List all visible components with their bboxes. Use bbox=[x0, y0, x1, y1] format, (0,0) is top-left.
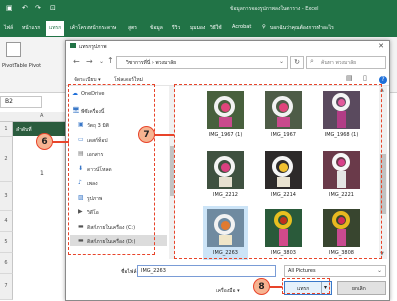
lightbulb-icon: ♀ bbox=[262, 24, 266, 30]
preview-pane-icon[interactable]: ▯ bbox=[363, 74, 367, 82]
column-header: A bbox=[0, 112, 70, 122]
tab-file[interactable]: ไฟล์ bbox=[4, 24, 13, 32]
tab-formulas[interactable]: สูตร bbox=[128, 24, 137, 32]
save-icon[interactable]: ▣ bbox=[6, 4, 13, 12]
pivottable-label[interactable]: PivotTable Pivot bbox=[2, 63, 41, 69]
redo-icon[interactable]: ↷ bbox=[35, 4, 41, 12]
files-highlight bbox=[174, 84, 382, 259]
dialog-title-bar: แทรกรูปภาพ ✕ bbox=[66, 41, 389, 52]
file-type-select[interactable]: All Pictures ⌄ bbox=[284, 265, 386, 277]
search-icon: ⌕ bbox=[310, 57, 314, 65]
tab-help[interactable]: วิธีใช้ bbox=[210, 24, 222, 32]
cancel-button-label: ยกเลิก bbox=[352, 286, 366, 292]
row-header-3[interactable]: 3 bbox=[0, 182, 13, 211]
row-header-7[interactable]: 7 bbox=[0, 274, 13, 300]
address-bar[interactable]: วิชาการที่นี่ › พวงมาลัย ⌄ bbox=[116, 56, 288, 69]
view-options-icon[interactable]: ▤ bbox=[346, 74, 353, 82]
search-placeholder: ค้นหา พวงมาลัย bbox=[321, 60, 357, 66]
insert-button-highlight bbox=[282, 278, 330, 294]
tab-data[interactable]: ข้อมูล bbox=[150, 24, 163, 32]
refresh-icon[interactable]: ↻ bbox=[290, 56, 304, 69]
arrow-6 bbox=[52, 141, 69, 143]
navigation-bar: ← → ⌄ ↑ วิชาการที่นี่ › พวงมาลัย ⌄ ↻ ⌕ ค… bbox=[66, 54, 389, 70]
tools-menu[interactable]: เครื่องมือ ▾ bbox=[216, 287, 240, 295]
row-header-4[interactable]: 4 bbox=[0, 211, 13, 232]
arrow-8 bbox=[270, 286, 282, 288]
cell-a1-text: ลำดับที่ bbox=[16, 127, 32, 133]
tab-home[interactable]: หน้าแรก bbox=[22, 24, 40, 32]
search-input[interactable]: ⌕ ค้นหา พวงมาลัย bbox=[306, 56, 386, 69]
touch-mode-icon[interactable]: ⊡ bbox=[50, 4, 56, 12]
tab-review[interactable]: รีวิว bbox=[172, 24, 180, 32]
filename-input[interactable]: IMG_2263 bbox=[137, 265, 276, 277]
back-arrow-icon[interactable]: ← bbox=[73, 57, 80, 66]
tell-me-box[interactable]: บอกฉันว่าคุณต้องการทำอะไร bbox=[270, 24, 334, 32]
nav-pane-highlight bbox=[68, 84, 155, 255]
address-path: วิชาการที่นี่ › พวงมาลัย bbox=[126, 60, 177, 66]
tab-page-layout[interactable]: เค้าโครงหน้ากระดาษ bbox=[70, 24, 116, 32]
pivottable-icon[interactable] bbox=[6, 42, 21, 57]
filename-label: ชื่อไฟล์: bbox=[121, 269, 139, 275]
step-badge-6: 6 bbox=[36, 133, 53, 150]
chevron-down-icon[interactable]: ⌄ bbox=[377, 267, 382, 274]
column-a-header[interactable]: A bbox=[40, 113, 43, 119]
new-folder-button[interactable]: โฟลเดอร์ใหม่ bbox=[114, 76, 143, 84]
row-header-2[interactable]: 2 bbox=[0, 137, 13, 182]
step-badge-8: 8 bbox=[253, 278, 270, 295]
dialog-title: แทรกรูปภาพ bbox=[79, 44, 107, 50]
arrow-7 bbox=[155, 134, 174, 136]
tab-insert[interactable]: แทรก bbox=[46, 21, 65, 36]
undo-icon[interactable]: ↶ bbox=[22, 4, 28, 12]
file-type-value: All Pictures bbox=[288, 268, 316, 274]
forward-arrow-icon[interactable]: → bbox=[86, 57, 93, 66]
window-title: ข้อมูลการจองรูปภาพลงในตาราง - Excel bbox=[230, 6, 319, 12]
row-header-5[interactable]: 5 bbox=[0, 232, 13, 253]
chevron-down-icon[interactable]: ⌄ bbox=[279, 58, 284, 65]
close-icon[interactable]: ✕ bbox=[378, 42, 384, 50]
cell-a2[interactable]: 1 bbox=[40, 170, 44, 177]
filename-value: IMG_2263 bbox=[141, 268, 166, 274]
tab-view[interactable]: มุมมอง bbox=[190, 24, 205, 32]
up-arrow-icon[interactable]: ↑ bbox=[107, 56, 114, 65]
row-header-1[interactable]: 1 bbox=[0, 122, 13, 137]
name-box[interactable]: B2 bbox=[0, 96, 42, 108]
step-badge-7: 7 bbox=[138, 126, 155, 143]
cancel-button[interactable]: ยกเลิก bbox=[337, 281, 386, 295]
help-icon[interactable]: ? bbox=[379, 76, 387, 84]
row-header-6[interactable]: 6 bbox=[0, 253, 13, 274]
recent-locations-icon[interactable]: ⌄ bbox=[99, 58, 104, 65]
name-box-value: B2 bbox=[5, 98, 13, 105]
organize-button[interactable]: จัดระเบียบ ▾ bbox=[74, 76, 101, 84]
excel-icon bbox=[70, 43, 76, 48]
excel-title-bar: ▣ ↶ ↷ ⊡ ข้อมูลการจองรูปภาพลงในตาราง - Ex… bbox=[0, 0, 397, 18]
ribbon-tab-bar: ไฟล์ หน้าแรก แทรก เค้าโครงหน้ากระดาษ สูต… bbox=[0, 18, 397, 37]
tab-acrobat[interactable]: Acrobat bbox=[232, 24, 251, 30]
